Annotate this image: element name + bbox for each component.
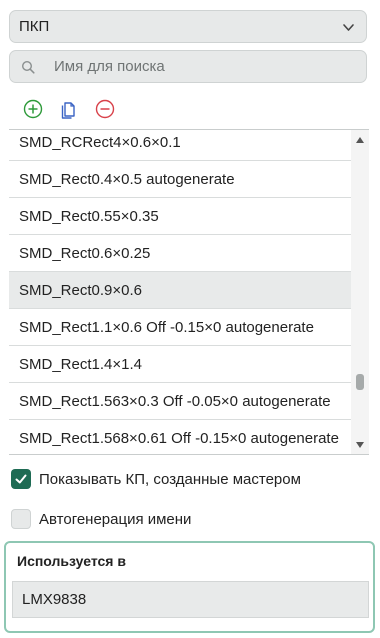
toolbar: [22, 98, 116, 120]
list-item[interactable]: SMD_Rect1.568×0.61 Off -0.15×0 autogener…: [9, 420, 351, 454]
type-select-value: ПКП: [19, 18, 50, 35]
add-icon: [23, 99, 43, 119]
auto-name-label: Автогенерация имени: [39, 510, 192, 528]
scroll-up-arrow-icon[interactable]: [356, 137, 364, 143]
show-wizard-pads-label: Показывать КП, созданные мастером: [39, 470, 301, 488]
auto-name-checkbox[interactable]: [11, 509, 31, 529]
scrollbar-thumb[interactable]: [356, 374, 364, 390]
chevron-down-icon: [343, 24, 354, 31]
list-item[interactable]: SMD_Rect0.6×0.25: [9, 235, 351, 272]
pad-list-items: SMD_RCRect4×0.6×0.1 SMD_Rect0.4×0.5 auto…: [9, 130, 351, 454]
list-item[interactable]: SMD_Rect0.4×0.5 autogenerate: [9, 161, 351, 198]
used-in-panel: Используется в LMX9838: [4, 541, 375, 633]
search-input[interactable]: [54, 58, 354, 75]
list-item[interactable]: SMD_Rect1.4×1.4: [9, 346, 351, 383]
used-in-title: Используется в: [17, 553, 126, 569]
add-button[interactable]: [22, 98, 44, 120]
type-select[interactable]: ПКП: [9, 10, 367, 43]
list-item-selected[interactable]: SMD_Rect0.9×0.6: [9, 272, 351, 309]
copy-button[interactable]: [58, 98, 80, 120]
search-icon: [21, 60, 35, 74]
pad-list[interactable]: SMD_RCRect4×0.6×0.1 SMD_Rect0.4×0.5 auto…: [9, 129, 369, 455]
list-scrollbar[interactable]: [351, 130, 369, 454]
remove-button[interactable]: [94, 98, 116, 120]
used-in-item[interactable]: LMX9838: [12, 581, 369, 618]
copy-icon: [61, 102, 75, 119]
auto-name-option[interactable]: Автогенерация имени: [11, 508, 191, 530]
scroll-down-arrow-icon[interactable]: [356, 442, 364, 448]
list-item[interactable]: SMD_Rect1.1×0.6 Off -0.15×0 autogenerate: [9, 309, 351, 346]
checkmark-icon: [15, 474, 27, 484]
list-item[interactable]: SMD_Rect1.563×0.3 Off -0.05×0 autogenera…: [9, 383, 351, 420]
show-wizard-pads-checkbox[interactable]: [11, 469, 31, 489]
search-box[interactable]: [9, 50, 367, 83]
remove-icon: [95, 99, 115, 119]
list-item[interactable]: SMD_Rect0.55×0.35: [9, 198, 351, 235]
list-item[interactable]: SMD_RCRect4×0.6×0.1: [9, 130, 351, 161]
show-wizard-pads-option[interactable]: Показывать КП, созданные мастером: [11, 468, 301, 490]
